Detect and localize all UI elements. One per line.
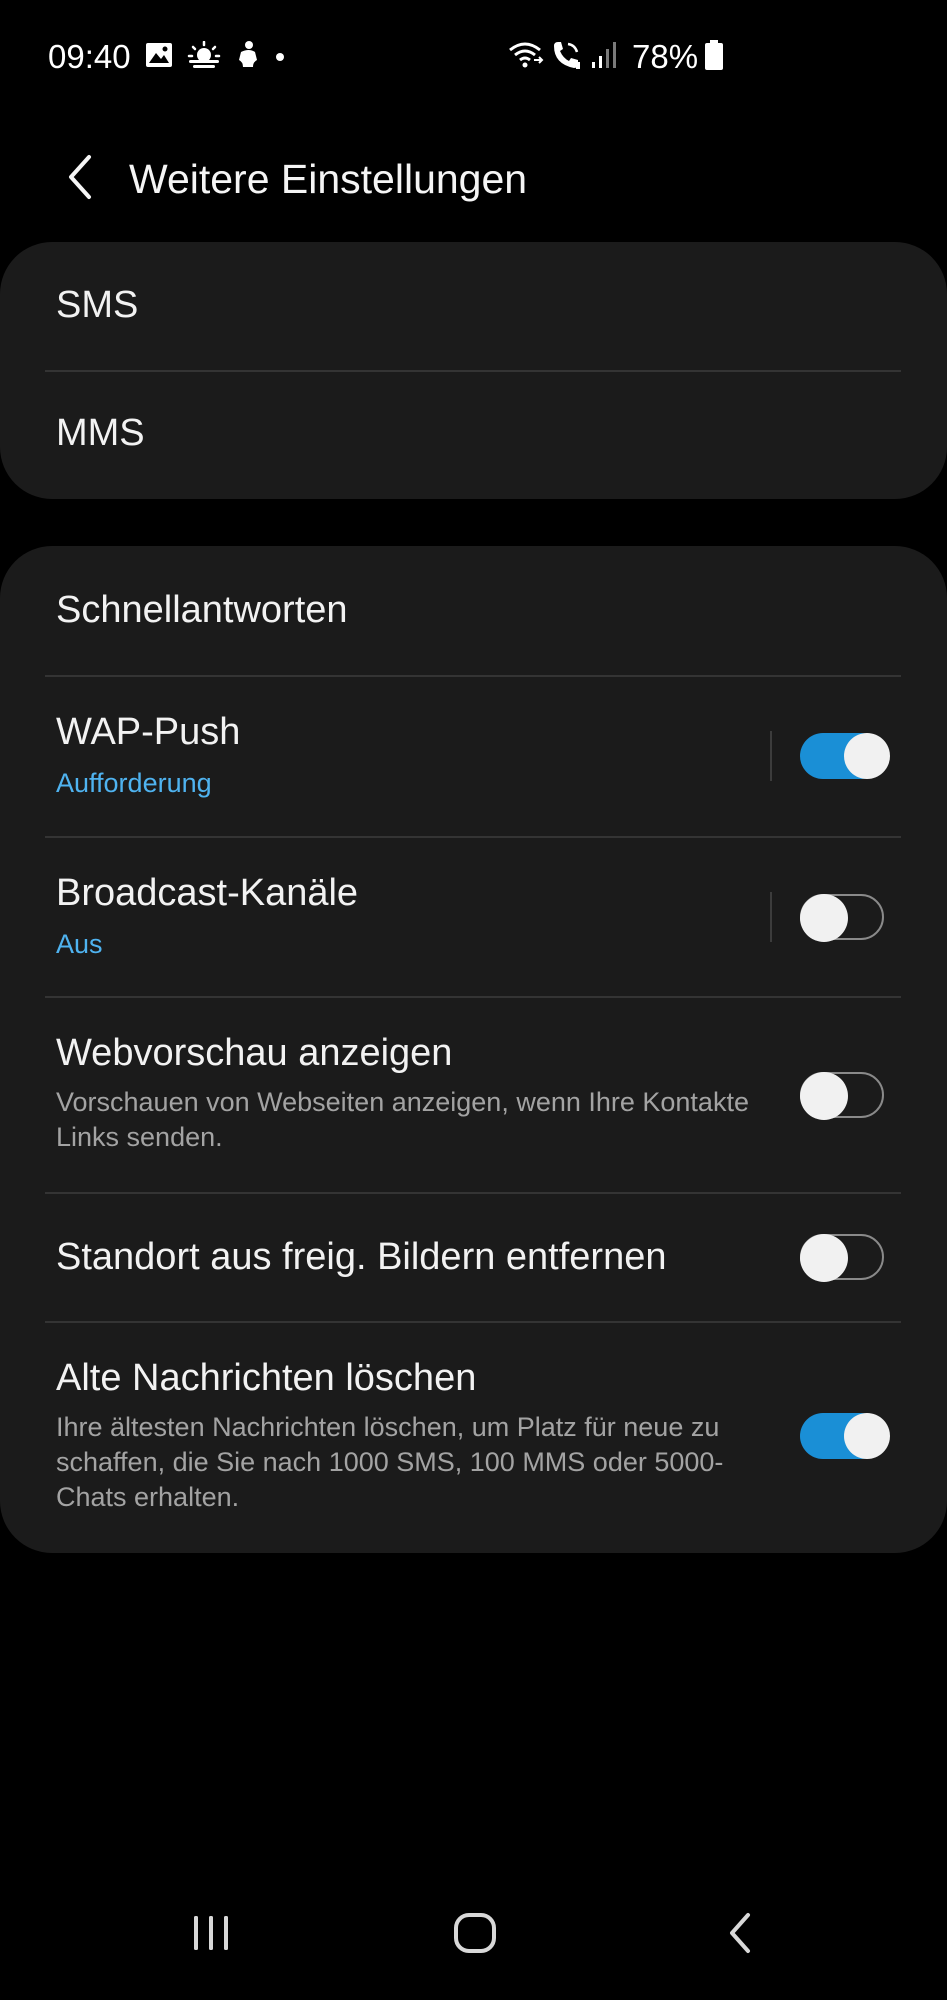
toggle-knob bbox=[799, 1233, 848, 1282]
toggle-knob bbox=[799, 893, 848, 942]
status-notification-icons bbox=[145, 40, 285, 75]
setting-subtitle: Aufforderung bbox=[56, 768, 212, 798]
setting-title: MMS bbox=[56, 412, 145, 454]
home-icon bbox=[453, 1912, 497, 1959]
app-bar: Weitere Einstellungen bbox=[0, 118, 947, 242]
setting-delete-old-messages[interactable]: Alte Nachrichten löschen Ihre ältesten N… bbox=[0, 1323, 947, 1553]
setting-sms[interactable]: SMS bbox=[0, 242, 947, 370]
setting-title: WAP-Push bbox=[56, 711, 241, 753]
web-preview-toggle[interactable] bbox=[799, 1071, 884, 1120]
setting-broadcast-channels[interactable]: Broadcast-Kanäle Aus bbox=[0, 838, 947, 996]
setting-title: Schnellantworten bbox=[56, 589, 348, 631]
chevron-left-icon bbox=[65, 154, 95, 205]
broadcast-channels-toggle[interactable] bbox=[799, 893, 884, 942]
status-system-icons: 78% bbox=[508, 38, 724, 76]
back-button[interactable] bbox=[48, 134, 112, 224]
weather-icon bbox=[187, 40, 221, 74]
setting-description: Vorschauen von Webseiten anzeigen, wenn … bbox=[56, 1087, 749, 1152]
wifi-calling-icon bbox=[508, 40, 544, 75]
setting-web-preview[interactable]: Webvorschau anzeigen Vorschauen von Webs… bbox=[0, 998, 947, 1192]
remove-location-toggle[interactable] bbox=[799, 1233, 884, 1282]
wap-push-toggle[interactable] bbox=[800, 733, 890, 779]
battery-percent: 78% bbox=[632, 38, 699, 75]
toggle-knob bbox=[844, 1413, 890, 1459]
setting-title: SMS bbox=[56, 284, 139, 326]
dot-icon bbox=[275, 49, 285, 67]
page-title: Weitere Einstellungen bbox=[129, 156, 528, 202]
toggle-knob bbox=[799, 1071, 848, 1120]
settings-group-messages: SMS MMS bbox=[0, 242, 947, 499]
setting-description: Ihre ältesten Nachrichten löschen, um Pl… bbox=[56, 1412, 724, 1512]
setting-subtitle: Aus bbox=[56, 929, 103, 959]
battery-icon bbox=[704, 39, 724, 76]
status-bar: 09:40 78% bbox=[0, 0, 947, 118]
setting-wap-push[interactable]: WAP-Push Aufforderung bbox=[0, 677, 947, 835]
recents-button[interactable] bbox=[166, 1900, 256, 1970]
home-button[interactable] bbox=[430, 1900, 520, 1970]
vertical-separator bbox=[770, 892, 772, 942]
volte-call-icon bbox=[550, 40, 584, 75]
system-nav-bar bbox=[0, 1880, 947, 2000]
setting-title: Standort aus freig. Bildern entfernen bbox=[56, 1236, 667, 1278]
setting-remove-location[interactable]: Standort aus freig. Bildern entfernen bbox=[0, 1194, 947, 1321]
nav-back-button[interactable] bbox=[695, 1900, 785, 1970]
gallery-icon bbox=[145, 42, 173, 73]
toggle-knob bbox=[844, 733, 890, 779]
settings-group-more: Schnellantworten WAP-Push Aufforderung B… bbox=[0, 546, 947, 1553]
vertical-separator bbox=[770, 731, 772, 781]
setting-quick-responses[interactable]: Schnellantworten bbox=[0, 546, 947, 675]
delete-old-messages-toggle[interactable] bbox=[800, 1413, 890, 1459]
setting-title: Alte Nachrichten löschen bbox=[56, 1357, 477, 1399]
signal-icon bbox=[590, 40, 620, 75]
back-icon bbox=[727, 1912, 753, 1959]
setting-mms[interactable]: MMS bbox=[0, 372, 947, 499]
setting-title: Broadcast-Kanäle bbox=[56, 872, 359, 914]
setting-title: Webvorschau anzeigen bbox=[56, 1032, 453, 1074]
notification-icon bbox=[235, 40, 261, 75]
status-time: 09:40 bbox=[48, 38, 131, 75]
recents-icon bbox=[191, 1914, 231, 1957]
